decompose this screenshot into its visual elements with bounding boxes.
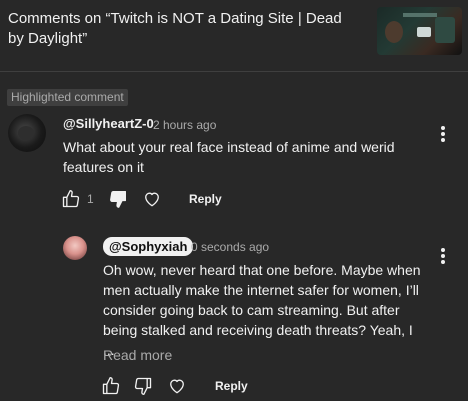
highlighted-comment-badge: Highlighted comment bbox=[7, 89, 128, 106]
comments-title: Comments on “Twitch is NOT a Dating Site… bbox=[8, 10, 342, 47]
reply-author[interactable]: @Sophyxiah bbox=[103, 237, 194, 256]
heart-button[interactable] bbox=[142, 189, 162, 209]
thumbs-down-icon bbox=[134, 377, 152, 395]
reply-more-options-icon[interactable] bbox=[438, 246, 448, 266]
dislike-button[interactable] bbox=[108, 189, 128, 209]
thumbs-down-icon bbox=[110, 191, 126, 208]
reply-heart-button[interactable] bbox=[167, 376, 187, 396]
read-more-link[interactable]: Read more bbox=[103, 345, 172, 365]
like-count: 1 bbox=[87, 192, 94, 206]
comment-author[interactable]: @SillyheartZ-0 bbox=[63, 116, 154, 132]
comment-text: What about your real face instead of ani… bbox=[63, 139, 395, 175]
avatar[interactable] bbox=[8, 114, 46, 152]
heart-icon bbox=[170, 379, 184, 394]
like-button[interactable] bbox=[61, 189, 81, 209]
video-thumbnail[interactable] bbox=[377, 7, 462, 55]
reply-dislike-button[interactable] bbox=[133, 376, 153, 396]
reply-like-button[interactable] bbox=[101, 376, 121, 396]
reply-avatar[interactable] bbox=[63, 236, 87, 260]
heart-icon bbox=[145, 192, 159, 207]
reply-reply-button[interactable]: Reply bbox=[215, 379, 248, 393]
more-options-icon[interactable] bbox=[438, 124, 448, 144]
comment-timestamp[interactable]: 2 hours ago bbox=[153, 117, 216, 133]
thumbs-up-icon bbox=[62, 190, 80, 208]
thumbs-up-icon bbox=[102, 377, 120, 395]
comments-header: Comments on “Twitch is NOT a Dating Site… bbox=[0, 0, 468, 72]
reply-timestamp[interactable]: 0 seconds ago bbox=[191, 239, 269, 255]
reply-button[interactable]: Reply bbox=[189, 192, 222, 206]
